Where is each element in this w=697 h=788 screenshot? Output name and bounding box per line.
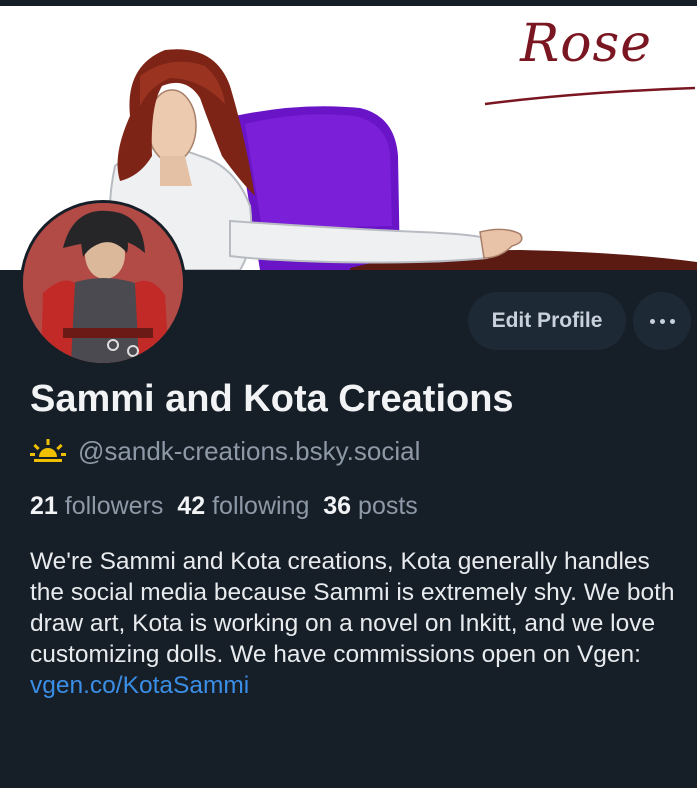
more-dots-icon bbox=[647, 318, 677, 324]
profile-handle[interactable]: @sandk-creations.bsky.social bbox=[78, 436, 420, 467]
followers-stat[interactable]: 21 followers bbox=[30, 492, 163, 520]
followers-label: followers bbox=[64, 492, 164, 520]
bio-text: We're Sammi and Kota creations, Kota gen… bbox=[30, 548, 675, 668]
edit-profile-button[interactable]: Edit Profile bbox=[468, 292, 626, 350]
more-options-button[interactable] bbox=[633, 292, 691, 350]
handle-row: @sandk-creations.bsky.social bbox=[30, 434, 420, 468]
bio-link[interactable]: vgen.co/​KotaSammi bbox=[30, 672, 249, 699]
sun-icon bbox=[30, 439, 66, 462]
following-stat[interactable]: 42 following bbox=[177, 492, 309, 520]
posts-stat: 36 posts bbox=[323, 492, 418, 520]
signature-underline bbox=[484, 86, 696, 106]
avatar-illustration bbox=[23, 203, 183, 363]
banner-signature: Rose bbox=[520, 14, 652, 74]
following-label: following bbox=[212, 492, 310, 520]
profile-stats: 21 followers 42 following 36 posts bbox=[30, 492, 418, 521]
profile-bio: We're Sammi and Kota creations, Kota gen… bbox=[30, 546, 680, 701]
following-count: 42 bbox=[177, 492, 206, 520]
posts-count: 36 bbox=[323, 492, 352, 520]
avatar[interactable] bbox=[20, 200, 186, 366]
followers-count: 21 bbox=[30, 492, 58, 520]
posts-label: posts bbox=[358, 492, 418, 520]
profile-display-name: Sammi and Kota Creations bbox=[30, 378, 514, 420]
